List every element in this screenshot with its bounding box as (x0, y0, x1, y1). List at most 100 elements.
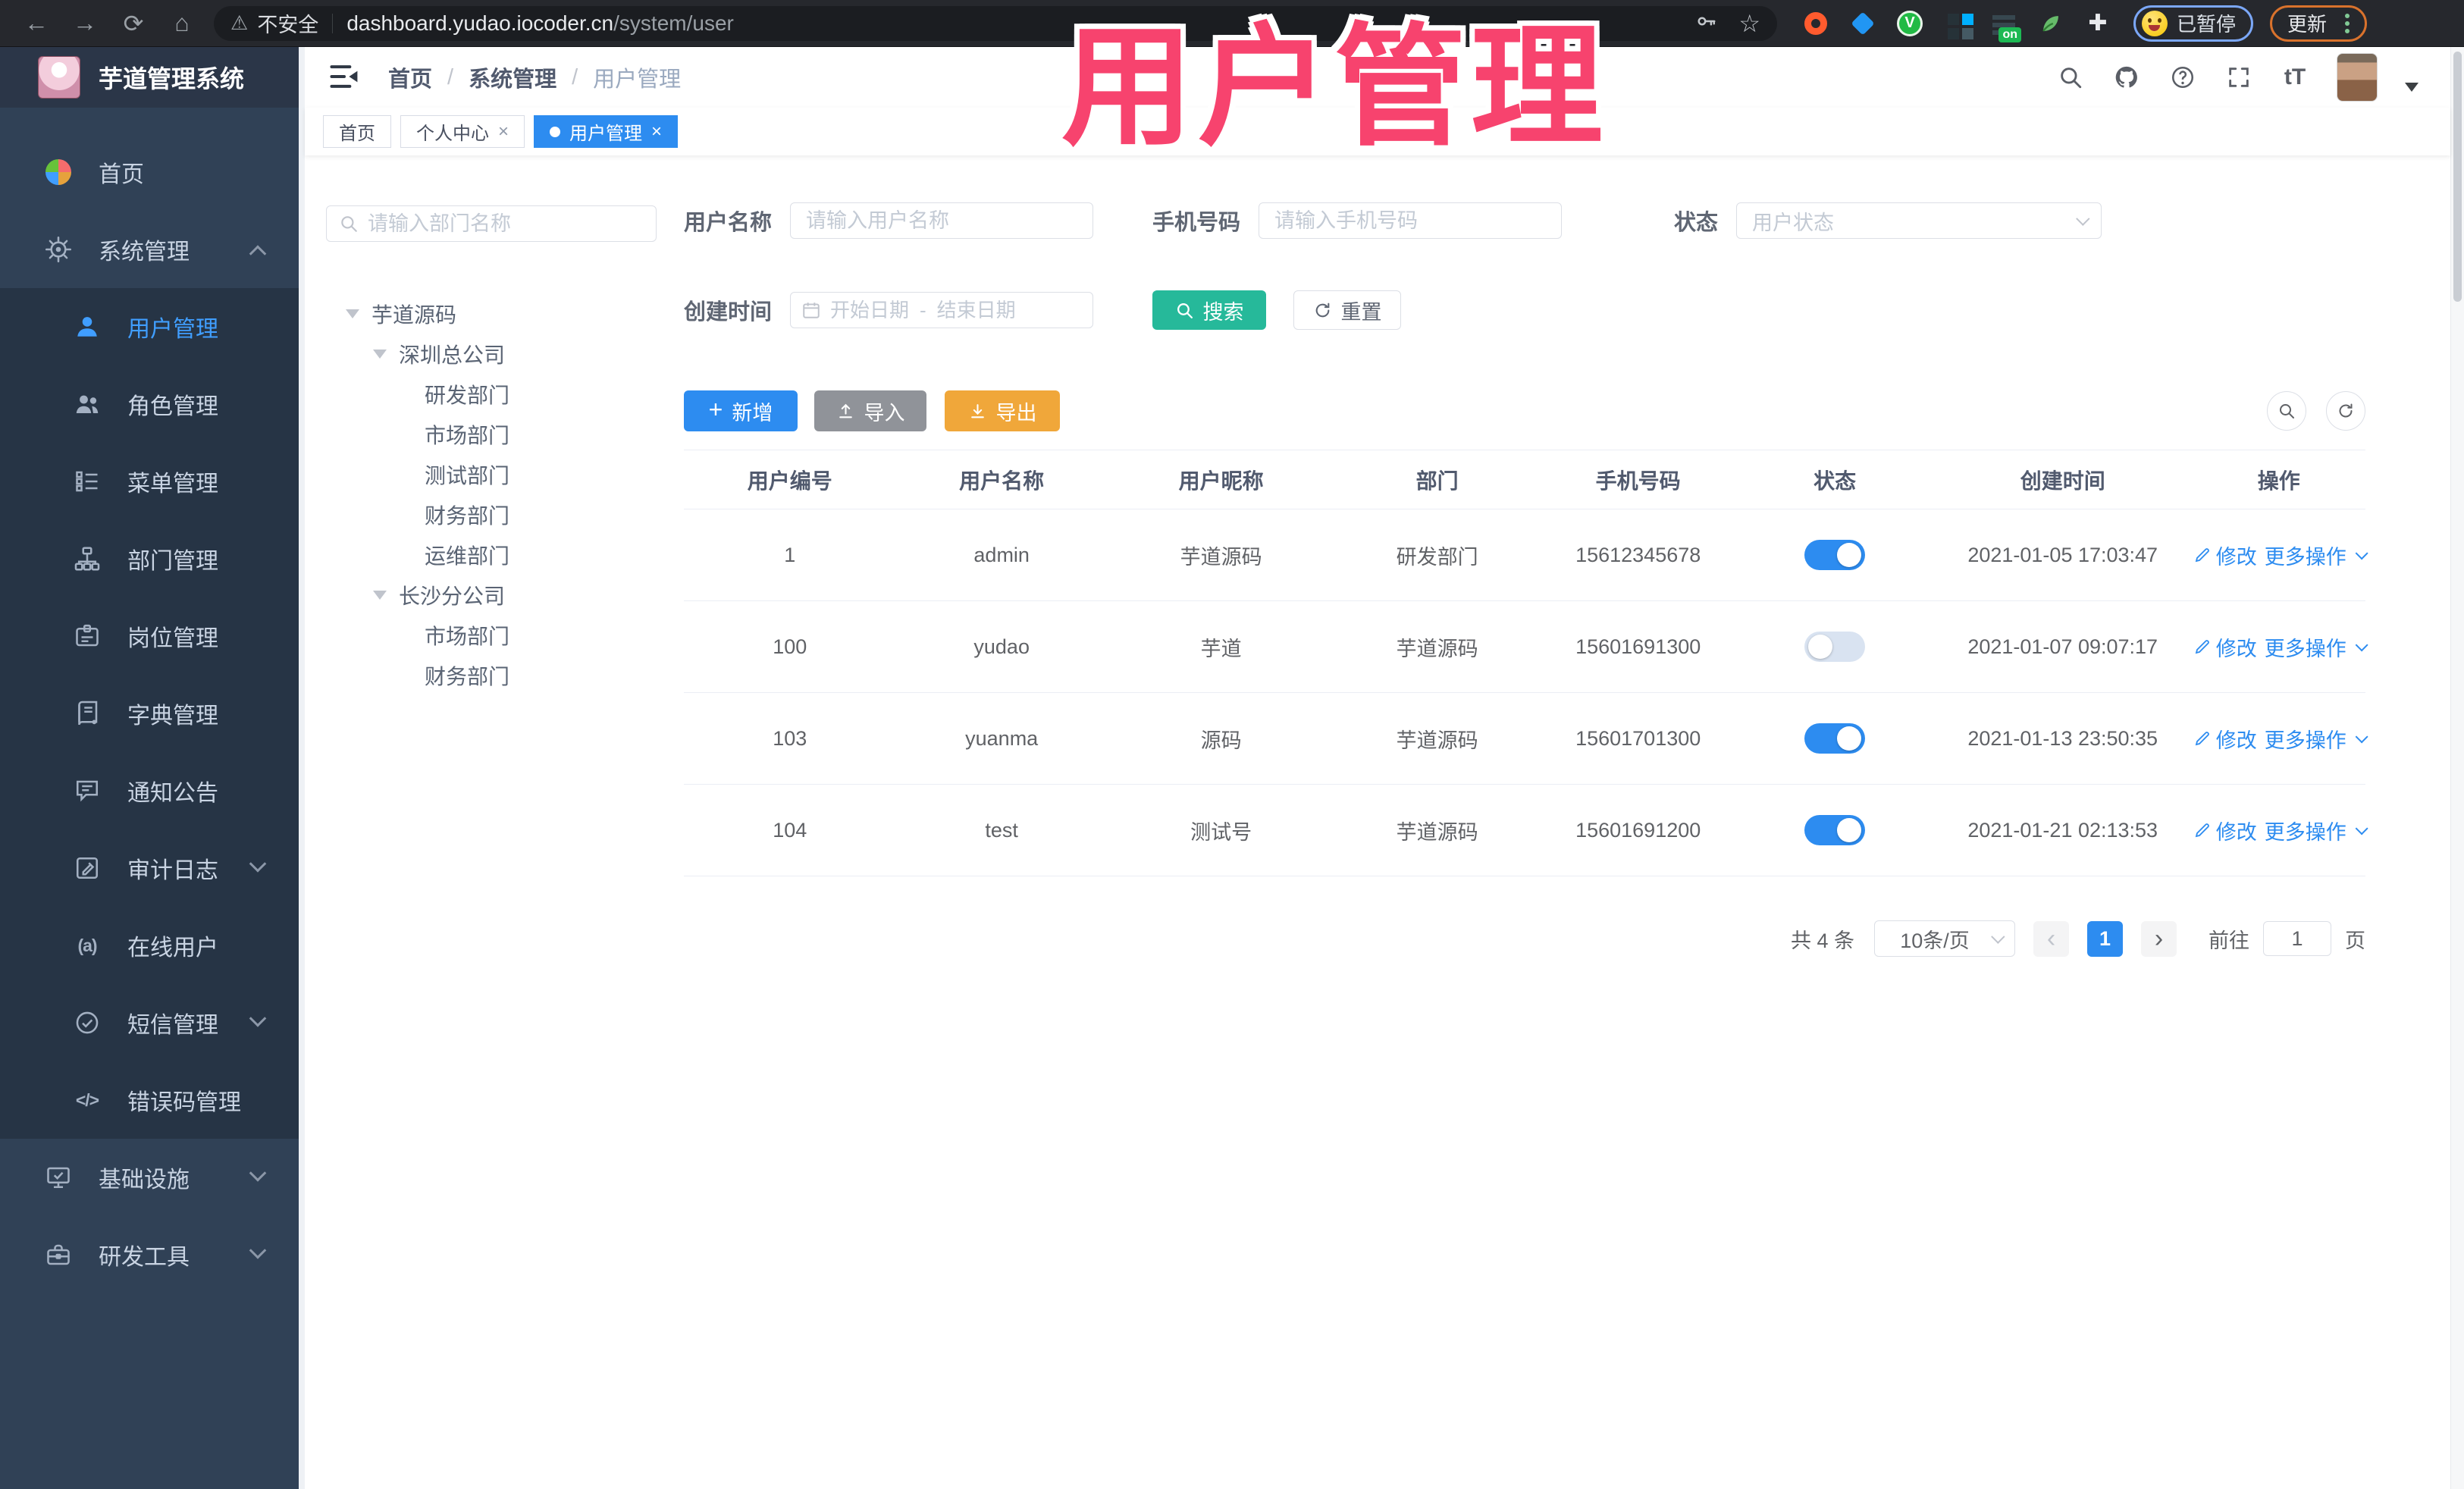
edit-link[interactable]: 修改 (2193, 632, 2257, 662)
dashboard-icon (42, 159, 74, 185)
sidebar-item-sms-mgmt[interactable]: 短信管理 (0, 984, 299, 1061)
next-page-button[interactable]: › (2141, 920, 2177, 957)
tree-node[interactable]: 财务部门 (326, 494, 657, 534)
reset-button[interactable]: 重置 (1293, 290, 1402, 330)
page-size-select[interactable]: 10条/页 (1874, 920, 2015, 957)
prev-page-button[interactable]: ‹ (2033, 920, 2069, 957)
toggle-search-button[interactable] (2267, 391, 2306, 431)
github-icon[interactable] (2112, 63, 2141, 92)
dept-search-input[interactable] (368, 212, 644, 236)
tree-node[interactable]: 研发部门 (326, 374, 657, 414)
scrollbar-thumb[interactable] (2453, 52, 2462, 302)
tree-node[interactable]: 测试部门 (326, 454, 657, 494)
tree-node[interactable]: 财务部门 (326, 655, 657, 695)
sidebar-item-home[interactable]: 首页 (0, 133, 299, 211)
extension-list-icon[interactable]: on (1991, 11, 2021, 42)
current-page-button[interactable]: 1 (2087, 920, 2123, 957)
tab-user-mgmt[interactable]: 用户管理 × (534, 115, 679, 148)
status-toggle[interactable] (1804, 723, 1866, 754)
sidebar-item-infra[interactable]: 基础设施 (0, 1139, 299, 1216)
import-button[interactable]: 导入 (814, 390, 926, 431)
sidebar-item-user-mgmt[interactable]: 用户管理 (0, 288, 299, 365)
more-actions-link[interactable]: 更多操作 (2265, 541, 2368, 570)
more-actions-link[interactable]: 更多操作 (2265, 816, 2368, 845)
status-toggle[interactable] (1804, 540, 1866, 570)
username-input[interactable] (790, 202, 1094, 239)
browser-update-button[interactable]: 更新 (2270, 5, 2368, 42)
extension-grid-icon[interactable] (1944, 11, 1970, 36)
sidebar-item-online-users[interactable]: (a) 在线用户 (0, 907, 299, 984)
tree-node[interactable]: 深圳总公司 (326, 334, 657, 374)
sidebar-item-role-mgmt[interactable]: 角色管理 (0, 365, 299, 443)
user-avatar[interactable] (2337, 53, 2378, 102)
password-key-icon[interactable] (1694, 10, 1717, 36)
avatar-caret-icon[interactable] (2405, 83, 2419, 92)
search-icon[interactable] (2056, 63, 2085, 92)
sidebar-collapse-icon[interactable] (328, 60, 362, 95)
tree-node[interactable]: 运维部门 (326, 534, 657, 575)
add-button[interactable]: + 新增 (684, 390, 798, 431)
sidebar-item-menu-mgmt[interactable]: 菜单管理 (0, 443, 299, 520)
breadcrumb-home[interactable]: 首页 (388, 61, 432, 93)
bookmark-star-icon[interactable]: ☆ (1738, 9, 1760, 38)
message-bubble-icon (71, 777, 103, 804)
tree-node[interactable]: 长沙分公司 (326, 575, 657, 615)
work-area: 用户名称 手机号码 状态 用户状态 创建时间 - (684, 155, 2368, 1489)
sidebar-item-error-code[interactable]: </> 错误码管理 (0, 1061, 299, 1139)
browser-menu-dots-icon[interactable] (2345, 20, 2350, 26)
tab-home[interactable]: 首页 (323, 115, 391, 148)
browser-forward-icon[interactable]: → (61, 9, 109, 37)
edit-link[interactable]: 修改 (2193, 816, 2257, 845)
tree-expand-icon[interactable] (346, 309, 359, 318)
browser-back-icon[interactable]: ← (12, 9, 61, 37)
extension-puzzle-icon[interactable]: ✚ (2085, 11, 2111, 36)
tree-node[interactable]: 市场部门 (326, 615, 657, 655)
url-bar[interactable]: ⚠ 不安全 dashboard.yudao.iocoder.cn/system/… (214, 5, 1777, 41)
tree-node[interactable]: 市场部门 (326, 414, 657, 454)
profile-paused-chip[interactable]: 已暂停 (2133, 5, 2254, 42)
extension-orange-ring-icon[interactable] (1803, 11, 1829, 36)
date-start-input[interactable] (821, 298, 919, 322)
more-actions-link[interactable]: 更多操作 (2265, 724, 2368, 754)
tab-profile[interactable]: 个人中心 × (400, 115, 525, 148)
fullscreen-icon[interactable] (2224, 63, 2253, 92)
breadcrumb-system[interactable]: 系统管理 (469, 61, 556, 93)
tree-node[interactable]: 芋道源码 (326, 293, 657, 334)
tree-expand-icon[interactable] (373, 349, 387, 359)
extension-leaf-icon[interactable] (2038, 11, 2064, 36)
close-icon[interactable]: × (651, 122, 662, 141)
sidebar-item-dict-mgmt[interactable]: 字典管理 (0, 675, 299, 752)
status-toggle[interactable] (1804, 632, 1866, 662)
sidebar-item-dev-tools[interactable]: 研发工具 (0, 1216, 299, 1293)
date-end-input[interactable] (927, 298, 1025, 322)
tree-expand-icon[interactable] (373, 590, 387, 600)
more-actions-link[interactable]: 更多操作 (2265, 632, 2368, 662)
sidebar-scrollbar[interactable] (299, 47, 305, 1489)
date-range-picker[interactable]: - (790, 292, 1094, 328)
extension-blue-gem-icon[interactable] (1850, 11, 1876, 36)
edit-link[interactable]: 修改 (2193, 541, 2257, 570)
logo[interactable]: 芋道管理系统 (0, 47, 299, 108)
sidebar-item-system[interactable]: 系统管理 (0, 211, 299, 288)
status-select[interactable]: 用户状态 (1736, 202, 2102, 239)
not-secure-warning-icon[interactable]: ⚠ (230, 11, 248, 35)
goto-page-input[interactable] (2263, 921, 2331, 956)
font-size-icon[interactable]: tT (2281, 63, 2309, 92)
sidebar-item-post-mgmt[interactable]: 岗位管理 (0, 597, 299, 675)
sidebar-item-notice[interactable]: 通知公告 (0, 752, 299, 829)
edit-link[interactable]: 修改 (2193, 724, 2257, 754)
extension-green-v-icon[interactable]: V (1897, 10, 1923, 36)
page-scrollbar[interactable] (2450, 47, 2464, 1489)
export-button[interactable]: 导出 (945, 390, 1060, 431)
sidebar-item-dept-mgmt[interactable]: 部门管理 (0, 520, 299, 597)
browser-reload-icon[interactable]: ⟳ (109, 9, 158, 38)
mobile-label: 手机号码 (1152, 211, 1241, 235)
browser-home-icon[interactable]: ⌂ (158, 9, 206, 37)
help-icon[interactable] (2168, 63, 2197, 92)
refresh-table-button[interactable] (2326, 391, 2365, 431)
status-toggle[interactable] (1804, 815, 1866, 845)
search-button[interactable]: 搜索 (1152, 290, 1267, 330)
mobile-input[interactable] (1259, 202, 1563, 239)
close-icon[interactable]: × (498, 122, 509, 141)
sidebar-item-audit-log[interactable]: 审计日志 (0, 829, 299, 907)
